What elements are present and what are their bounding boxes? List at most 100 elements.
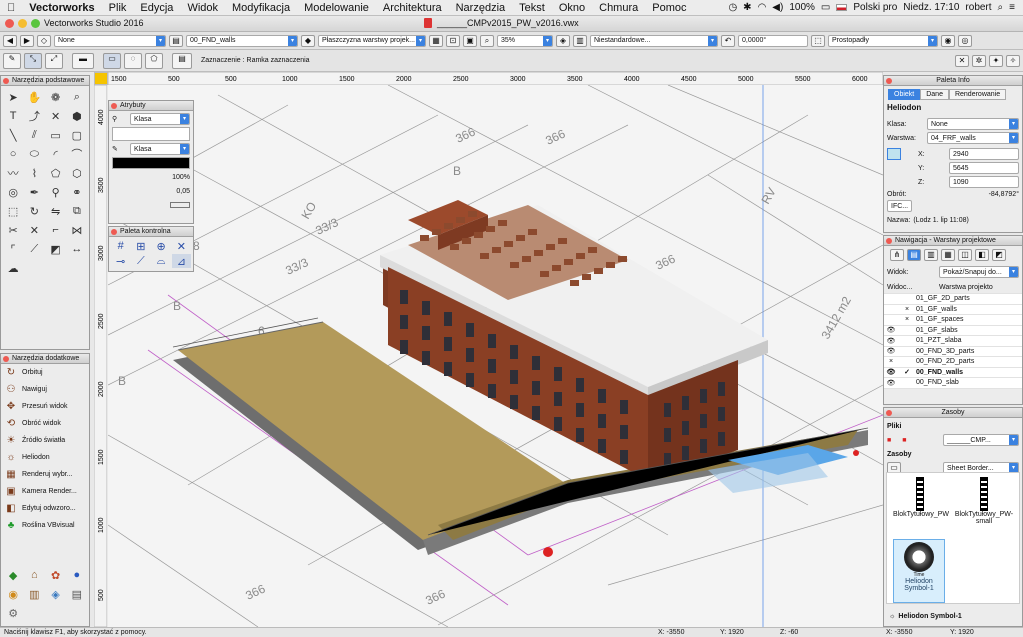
polygon-tool-icon[interactable]: ⬠ xyxy=(46,164,66,182)
fit-view-icon[interactable]: ⊡ xyxy=(446,34,460,47)
zoom-select[interactable]: 35% ▾ xyxy=(497,34,553,47)
snap-settings-icon[interactable]: ✦ xyxy=(989,54,1003,67)
rotation-icon[interactable]: ↶ xyxy=(721,34,735,47)
cloud-tool-icon[interactable]: ☁ xyxy=(3,259,23,277)
opacity-value[interactable]: 100% xyxy=(172,174,190,181)
tool-heliodon[interactable]: ☼ Heliodon xyxy=(1,449,89,466)
lighting-icon[interactable]: ▥ xyxy=(573,34,587,47)
nav-views-icon[interactable]: ▦ xyxy=(941,249,955,261)
search-icon[interactable]: ⌕ xyxy=(998,2,1004,13)
object-layer-select[interactable]: 04_FRF_walls ▾ xyxy=(927,132,1019,144)
rounded-rectangle-tool-icon[interactable]: ▢ xyxy=(67,126,87,144)
spiral-tool-icon[interactable]: ◎ xyxy=(3,183,23,201)
3d-tools-icon[interactable]: ◈ xyxy=(46,585,66,603)
oval-tool-icon[interactable]: ⬭ xyxy=(24,145,44,163)
line-weight-row[interactable]: 0,05 xyxy=(109,185,193,197)
zoom-icon[interactable]: ⌕ xyxy=(480,34,494,47)
z-field[interactable]: 1090 xyxy=(949,176,1019,188)
layer-active-mark[interactable]: ✓ xyxy=(898,368,916,376)
menu-cloud[interactable]: Chmura xyxy=(592,2,645,14)
y-field[interactable]: 5645 xyxy=(949,162,1019,174)
gear-icon[interactable]: ✲ xyxy=(972,54,986,67)
tool-edit-texture-mapping[interactable]: ◧ Edytuj odwzoro... xyxy=(1,500,89,517)
selection-tool-icon[interactable]: ➤ xyxy=(3,88,23,106)
paint-bucket-tool-icon[interactable]: ⚲ xyxy=(46,183,66,201)
forward-icon[interactable]: ▶ xyxy=(20,34,34,47)
layer-row[interactable]: 👁 01_GF_slabs xyxy=(884,325,1022,336)
menu-help[interactable]: Pomoc xyxy=(645,2,693,14)
tab-data[interactable]: Dane xyxy=(920,89,949,100)
apple-icon[interactable]:  xyxy=(0,2,22,14)
app-menu[interactable]: Vectorworks xyxy=(22,2,101,14)
nav-references-icon[interactable]: ◫ xyxy=(958,249,972,261)
visibility-icon[interactable]: ◎ xyxy=(958,34,972,47)
circle-tool-icon[interactable]: ○ xyxy=(3,145,23,163)
layer-active-mark[interactable]: × xyxy=(898,306,916,313)
detail-tools-icon[interactable]: ◉ xyxy=(3,585,23,603)
surface-snap-icon[interactable]: ⌓ xyxy=(152,254,171,268)
extra-tools-title[interactable]: Narzędzia dodatkowe xyxy=(1,354,89,364)
furniture-tools-icon[interactable]: ✿ xyxy=(46,566,66,584)
list-icon[interactable]: ≡ xyxy=(1009,2,1015,13)
line-tool-icon[interactable]: ╲ xyxy=(3,126,23,144)
wrench-icon[interactable]: ✕ xyxy=(955,54,969,67)
line-ends-icon[interactable] xyxy=(170,202,190,208)
menu-window[interactable]: Okno xyxy=(552,2,592,14)
building-tools-icon[interactable]: ⌂ xyxy=(24,566,44,584)
object-snap-icon[interactable]: ⊞ xyxy=(131,239,150,253)
basic-tools-title[interactable]: Narzędzia podstawowe xyxy=(1,76,89,86)
navigation-title[interactable]: Nawigacja - Warstwy projektowe xyxy=(884,236,1022,246)
quarter-arc-tool-icon[interactable]: ⌒ xyxy=(67,145,87,163)
opacity-row[interactable]: 100% xyxy=(109,171,193,183)
active-class-select[interactable]: None ▾ xyxy=(54,34,166,47)
select-similar-icon[interactable]: ▤ xyxy=(172,52,192,69)
clock[interactable]: Niedz. 17:10 xyxy=(903,2,959,13)
class-icon[interactable]: ◇ xyxy=(37,34,51,47)
working-plane-select[interactable]: Płaszczyzna warstwy projek... ▾ xyxy=(318,34,426,47)
tab-render[interactable]: Renderowanie xyxy=(948,89,1007,100)
intersection-snap-icon[interactable]: ✕ xyxy=(172,239,191,253)
volume-icon[interactable]: ◀) xyxy=(772,2,783,13)
attributes-title[interactable]: Atrybuty xyxy=(109,101,193,111)
x-field[interactable]: 2940 xyxy=(949,148,1019,160)
close-window-button[interactable] xyxy=(5,19,14,28)
menu-file[interactable]: Plik xyxy=(102,2,134,14)
text-tool-icon[interactable]: T xyxy=(3,107,23,125)
layer-row[interactable]: 👁 00_FND_3D_parts xyxy=(884,346,1022,357)
pen-class-select[interactable]: Klasa ▾ xyxy=(130,143,190,155)
eyedropper-tool-icon[interactable]: ✒ xyxy=(24,183,44,201)
object-class-select[interactable]: None ▾ xyxy=(927,118,1019,130)
projection-select[interactable]: Prostopadły ▾ xyxy=(828,34,938,47)
locus-tool-icon[interactable]: ✕ xyxy=(46,107,66,125)
col-layer-name[interactable]: Warstwa projekto xyxy=(924,284,993,291)
tool-pan-view[interactable]: ✥ Przesuń widok xyxy=(1,398,89,415)
rotation-field[interactable]: 0,0000° xyxy=(738,34,808,47)
rectangle-tool-icon[interactable]: ▭ xyxy=(46,126,66,144)
split-tool-icon[interactable]: ✂ xyxy=(3,221,23,239)
menu-model[interactable]: Modelowanie xyxy=(297,2,376,14)
line-weight-value[interactable]: 0,05 xyxy=(176,188,190,195)
nav-sheets-icon[interactable]: ▥ xyxy=(924,249,938,261)
object-info-title[interactable]: Paleta Info xyxy=(884,76,1022,86)
clip-tool-icon[interactable]: ⟋ xyxy=(24,240,44,258)
grid-snap-icon[interactable]: # xyxy=(111,239,130,253)
render-mode-select[interactable]: Niestandardowe... ▾ xyxy=(590,34,718,47)
favorites-icon[interactable]: ■ xyxy=(902,437,906,444)
user-name[interactable]: robert xyxy=(965,2,991,13)
resource-item[interactable]: BlokTytułowy_PW xyxy=(893,477,949,518)
tool-render-camera[interactable]: ▣ Kamera Render... xyxy=(1,483,89,500)
trim-tool-icon[interactable]: ✕ xyxy=(24,221,44,239)
rectangle-select-icon[interactable]: ▭ xyxy=(103,52,121,69)
position-icon[interactable] xyxy=(887,148,901,160)
col-visibility[interactable]: Widoc... xyxy=(884,284,924,291)
mirror-tool-icon[interactable]: ⇋ xyxy=(46,202,66,220)
tool-rotate-view[interactable]: ⟲ Obróć widok xyxy=(1,415,89,432)
rotate-tool-icon[interactable]: ↻ xyxy=(24,202,44,220)
layer-visibility[interactable]: × xyxy=(884,358,898,365)
projection-icon[interactable]: ⬚ xyxy=(811,34,825,47)
fill-preview[interactable] xyxy=(112,127,190,141)
menu-view[interactable]: Widok xyxy=(180,2,225,14)
visualization-tools-icon[interactable]: ● xyxy=(67,566,87,584)
attribute-mapping-tool-icon[interactable]: ⚭ xyxy=(67,183,87,201)
time-machine-icon[interactable]: ◷ xyxy=(728,2,737,13)
